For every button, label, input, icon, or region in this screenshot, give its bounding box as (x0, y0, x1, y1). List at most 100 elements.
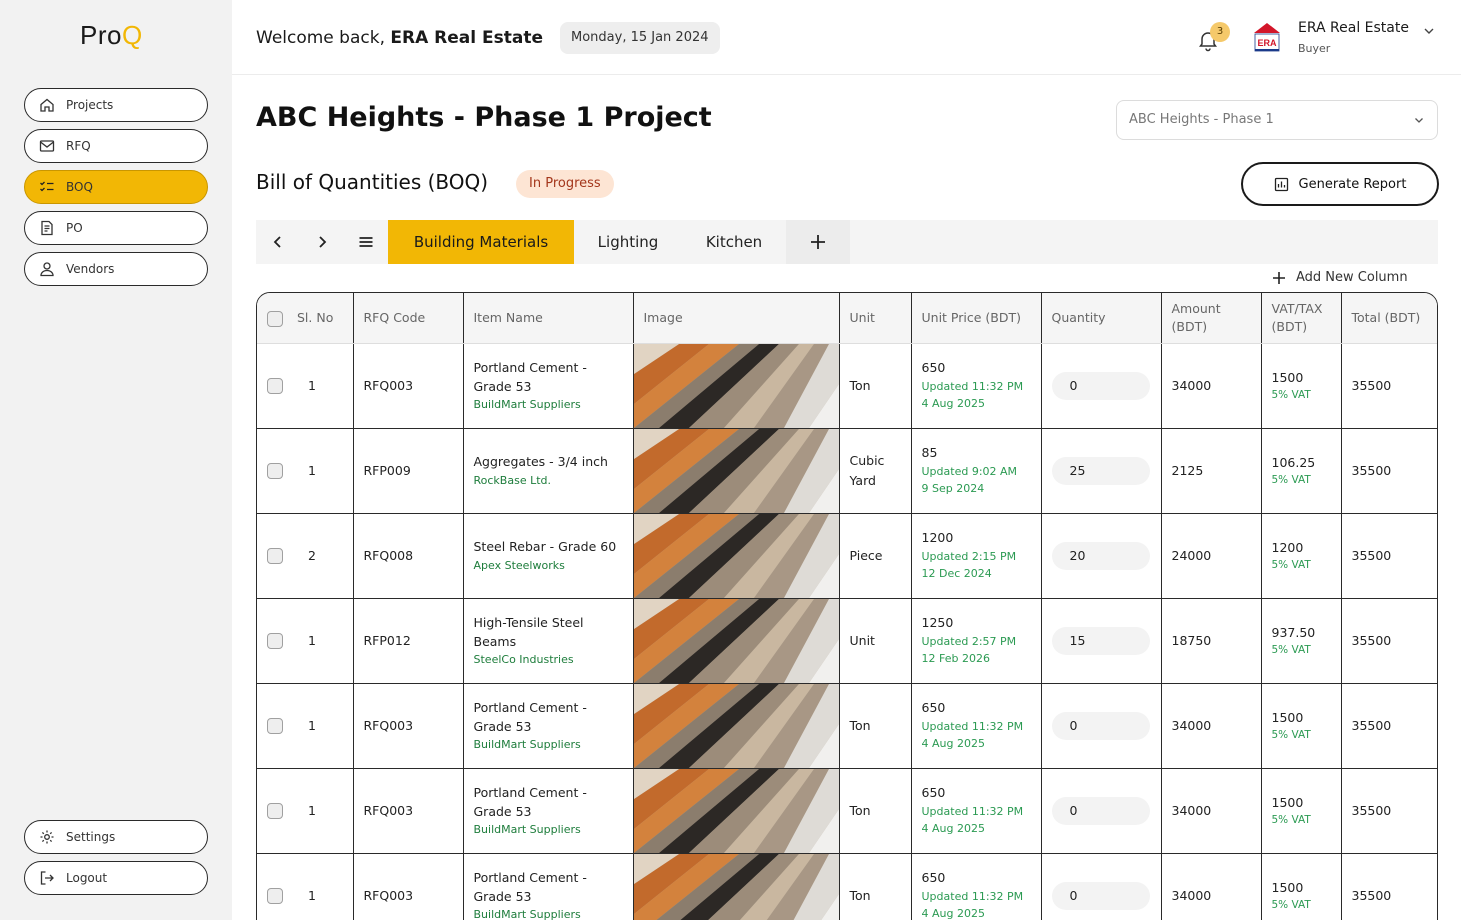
tab-lighting[interactable]: Lighting (574, 220, 682, 264)
supplier-link[interactable]: BuildMart Suppliers (474, 821, 623, 838)
quantity-cell: 0 (1041, 343, 1162, 429)
unit-price: 85 (921, 445, 938, 461)
sidebar-item-boq[interactable]: BOQ (24, 170, 208, 204)
settings-label: Settings (66, 830, 116, 844)
tab-menu-button[interactable] (344, 220, 388, 264)
price-updated-time: Updated 2:15 PM (921, 549, 1017, 563)
project-select[interactable]: ABC Heights - Phase 1 (1116, 100, 1438, 140)
next-tab-button[interactable] (300, 220, 344, 264)
sidebar-item-projects[interactable]: Projects (24, 88, 208, 122)
vat-cell: 1200 5% VAT (1261, 513, 1342, 599)
chart-icon (1274, 177, 1288, 191)
item-name-cell: Portland Cement - Grade 53 BuildMart Sup… (463, 683, 634, 769)
vat-cell: 106.25 5% VAT (1261, 428, 1342, 514)
plus-icon (811, 235, 825, 249)
sidebar-item-label: PO (66, 221, 83, 235)
sidebar-item-vendors[interactable]: Vendors (24, 252, 208, 286)
row-checkbox[interactable] (267, 463, 283, 480)
unit: Cubic Yard (839, 428, 912, 514)
logout-button[interactable]: Logout (24, 861, 208, 895)
add-new-column-button[interactable]: Add New Column (1272, 270, 1408, 285)
material-tiles-image (633, 513, 839, 598)
sl-no-cell: 1 (257, 598, 354, 684)
amount: 34000 (1161, 853, 1262, 920)
table-row[interactable]: 1 RFQ003 Portland Cement - Grade 53 Buil… (257, 768, 1437, 854)
item-image (633, 768, 840, 854)
price-updated-date: 12 Dec 2024 (921, 567, 992, 581)
sl-no: 1 (308, 802, 316, 818)
quantity-input[interactable]: 0 (1051, 881, 1150, 910)
row-checkbox[interactable] (267, 633, 283, 650)
row-checkbox[interactable] (267, 888, 283, 905)
material-tiles-image (633, 683, 839, 768)
supplier-link[interactable]: BuildMart Suppliers (474, 736, 623, 753)
table-row[interactable]: 1 RFP012 High-Tensile Steel Beams SteelC… (257, 598, 1437, 684)
row-checkbox[interactable] (267, 548, 283, 565)
user-name[interactable]: ERA Real Estate (1298, 20, 1409, 36)
unit-price: 1200 (921, 530, 954, 546)
item-image (633, 683, 840, 769)
price-updated-time: Updated 9:02 AM (921, 464, 1018, 478)
row-checkbox[interactable] (267, 803, 283, 820)
price-updated-date: 12 Feb 2026 (921, 652, 990, 666)
table-row[interactable]: 2 RFQ008 Steel Rebar - Grade 60 Apex Ste… (257, 513, 1437, 599)
amount: 34000 (1161, 683, 1262, 769)
sidebar-item-rfq[interactable]: RFQ (24, 129, 208, 163)
section-title: Bill of Quantities (BOQ) (256, 170, 489, 194)
quantity-input[interactable]: 0 (1051, 371, 1150, 400)
unit-price: 650 (921, 700, 946, 716)
chevron-down-icon[interactable] (1422, 24, 1436, 38)
quantity-input[interactable]: 25 (1051, 456, 1150, 485)
supplier-link[interactable]: Apex Steelworks (474, 557, 623, 574)
table-row[interactable]: 1 RFQ003 Portland Cement - Grade 53 Buil… (257, 683, 1437, 769)
supplier-link[interactable]: SteelCo Industries (474, 651, 623, 668)
tab-building-materials[interactable]: Building Materials (388, 220, 574, 264)
quantity-input[interactable]: 15 (1051, 626, 1150, 655)
sidebar-item-label: Vendors (66, 262, 115, 276)
sl-no-cell: 1 (257, 853, 354, 920)
vat-rate: 5% VAT (1271, 389, 1311, 402)
quantity-input[interactable]: 0 (1051, 711, 1150, 740)
sidebar-item-label: BOQ (66, 180, 93, 194)
quantity-cell: 0 (1041, 768, 1162, 854)
row-checkbox[interactable] (267, 378, 283, 395)
quantity-cell: 15 (1041, 598, 1162, 684)
unit: Ton (839, 683, 912, 769)
prev-tab-button[interactable] (256, 220, 300, 264)
row-checkbox[interactable] (267, 718, 283, 735)
item-name-cell: High-Tensile Steel Beams SteelCo Industr… (463, 598, 634, 684)
notification-badge: 3 (1210, 22, 1230, 42)
tab-kitchen[interactable]: Kitchen (682, 220, 786, 264)
column-header-unit: Unit (839, 293, 912, 344)
table-row[interactable]: 1 RFQ003 Portland Cement - Grade 53 Buil… (257, 853, 1437, 920)
user-role: Buyer (1298, 42, 1331, 55)
amount: 24000 (1161, 513, 1262, 599)
item-name: Portland Cement - Grade 53 (473, 359, 587, 394)
app-logo[interactable]: ProQ (80, 20, 143, 51)
item-name: Steel Rebar - Grade 60 (473, 539, 617, 555)
sl-no-cell: 1 (257, 428, 354, 514)
select-all-checkbox[interactable] (267, 310, 283, 327)
item-name-cell: Portland Cement - Grade 53 BuildMart Sup… (463, 768, 634, 854)
supplier-link[interactable]: BuildMart Suppliers (474, 396, 623, 413)
column-header-rfq-code: RFQ Code (353, 293, 464, 344)
project-select-value: ABC Heights - Phase 1 (1129, 112, 1274, 127)
quantity-input[interactable]: 0 (1051, 796, 1150, 825)
status-badge: In Progress (516, 170, 614, 198)
table-row[interactable]: 1 RFP009 Aggregates - 3/4 inch RockBase … (257, 428, 1437, 514)
column-header-total: Total (BDT) (1341, 293, 1437, 344)
unit: Piece (839, 513, 912, 599)
settings-button[interactable]: Settings (24, 820, 208, 854)
item-image (633, 428, 840, 514)
add-tab-button[interactable] (786, 220, 850, 264)
generate-report-button[interactable]: Generate Report (1241, 162, 1439, 206)
sidebar-item-po[interactable]: PO (24, 211, 208, 245)
supplier-link[interactable]: RockBase Ltd. (474, 472, 623, 489)
unit: Ton (839, 853, 912, 920)
item-name: Portland Cement - Grade 53 (473, 784, 587, 819)
supplier-link[interactable]: BuildMart Suppliers (474, 906, 623, 920)
add-new-column-label: Add New Column (1296, 270, 1408, 285)
table-row[interactable]: 1 RFQ003 Portland Cement - Grade 53 Buil… (257, 343, 1437, 429)
quantity-input[interactable]: 20 (1051, 541, 1150, 570)
sl-no: 1 (308, 887, 316, 903)
